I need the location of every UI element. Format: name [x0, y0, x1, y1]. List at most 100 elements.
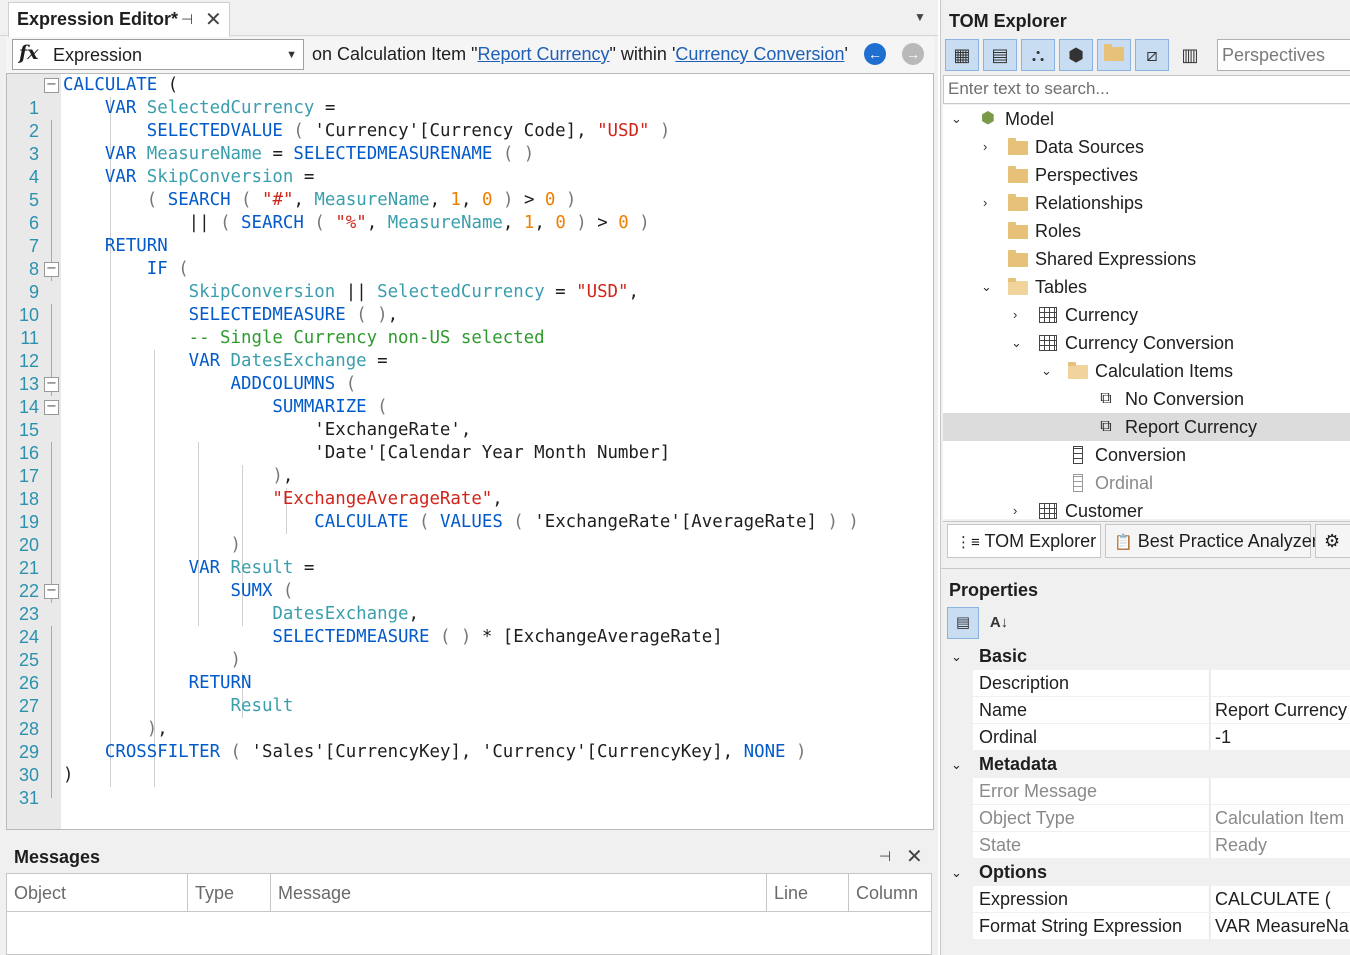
show-partitions-icon[interactable]: ⬢ — [1059, 39, 1093, 71]
close-icon[interactable]: ✕ — [906, 844, 923, 869]
tree-item-conversion[interactable]: Conversion — [943, 441, 1350, 469]
tree-item-no-conversion[interactable]: ⧉ No Conversion — [943, 385, 1350, 413]
code-line[interactable]: 18 ), — [7, 465, 933, 511]
tom-search-input[interactable]: Enter text to search... — [943, 75, 1350, 104]
code-line[interactable]: 6 ( SEARCH ( "#", MeasureName, 1, 0 ) > … — [7, 189, 933, 235]
chevron-down-icon[interactable]: ⌄ — [951, 859, 962, 886]
tree-item-shared-expressions[interactable]: Shared Expressions — [943, 245, 1350, 273]
category-basic[interactable]: ⌄ Basic — [945, 643, 1350, 670]
tab-overflow[interactable]: ⚙ — [1315, 524, 1350, 558]
code-line[interactable]: 5 VAR SkipConversion = — [7, 166, 933, 212]
property-row[interactable]: Format String Expression VAR MeasureNan — [973, 913, 1350, 940]
fold-toggle-icon[interactable]: − — [44, 400, 59, 415]
tree-item-data-sources[interactable]: › Data Sources — [943, 133, 1350, 161]
code-line[interactable]: 20 CALCULATE ( VALUES ( 'ExchangeRate'[A… — [7, 511, 933, 557]
messages-column-object[interactable]: Object — [7, 874, 188, 912]
chevron-right-icon[interactable]: › — [1013, 497, 1027, 519]
code-line[interactable]: 10 SkipConversion || SelectedCurrency = … — [7, 281, 933, 327]
code-line[interactable]: 27 RETURN — [7, 672, 933, 718]
code-line[interactable]: 23 − SUMX ( — [7, 580, 933, 624]
code-line[interactable]: 26 ) — [7, 649, 933, 695]
categorized-view-icon[interactable]: ▤ — [947, 607, 979, 639]
chevron-down-icon[interactable]: ⌄ — [1011, 329, 1025, 357]
tab-list-dropdown-icon[interactable]: ▼ — [914, 10, 926, 24]
chevron-down-icon[interactable]: ⌄ — [951, 643, 962, 670]
display-folders-icon[interactable] — [1097, 39, 1131, 71]
fold-toggle-icon[interactable]: − — [44, 377, 59, 392]
code-line[interactable]: 13 VAR DatesExchange = — [7, 350, 933, 396]
code-line[interactable]: 24 DatesExchange, — [7, 603, 933, 649]
columns-view-icon[interactable]: ▥ — [1173, 39, 1207, 71]
code-line[interactable]: 19 "ExchangeAverageRate", — [7, 488, 933, 534]
messages-grid[interactable]: Object Type Message Line Column — [6, 873, 932, 955]
tree-item-calculation-items[interactable]: ⌄ Calculation Items — [943, 357, 1350, 385]
tree-item-perspectives[interactable]: Perspectives — [943, 161, 1350, 189]
show-measures-icon[interactable]: ▦ — [945, 39, 979, 71]
show-hierarchies-icon[interactable]: ⛬ — [1021, 39, 1055, 71]
code-line[interactable]: 21 ) — [7, 534, 933, 580]
property-row[interactable]: Name Report Currency — [973, 697, 1350, 724]
show-hidden-icon[interactable]: ⧄ — [1135, 39, 1169, 71]
tree-item-currency[interactable]: › Currency — [943, 301, 1350, 329]
code-line[interactable]: 12 -- Single Currency non-US selected — [7, 327, 933, 373]
tree-item-relationships[interactable]: › Relationships — [943, 189, 1350, 217]
property-row[interactable]: Ordinal -1 — [973, 724, 1350, 751]
tree-item-currency-conversion[interactable]: ⌄ Currency Conversion — [943, 329, 1350, 357]
code-line[interactable]: 8 RETURN — [7, 235, 933, 281]
tree-item-report-currency[interactable]: ⧉ Report Currency — [943, 413, 1350, 441]
chevron-down-icon[interactable]: ⌄ — [951, 751, 962, 778]
messages-column-type[interactable]: Type — [188, 874, 271, 912]
tab-best-practice-analyzer[interactable]: 📋 Best Practice Analyzer — [1105, 524, 1318, 558]
dax-code-editor[interactable]: 1 − CALCULATE ( 2 VAR SelectedCurrency =… — [6, 73, 934, 830]
chevron-down-icon[interactable]: ⌄ — [1041, 357, 1055, 385]
code-line[interactable]: 14 − ADDCOLUMNS ( — [7, 373, 933, 417]
code-line[interactable]: 30 CROSSFILTER ( 'Sales'[CurrencyKey], '… — [7, 741, 933, 787]
navigate-forward-icon[interactable]: → — [902, 43, 924, 65]
sort-alphabetical-icon[interactable]: A↓ — [983, 607, 1015, 639]
tom-tree[interactable]: ⌄ ⬢ Model › Data Sources Perspectives › … — [943, 105, 1350, 519]
pin-icon[interactable]: ⊣ — [181, 11, 193, 28]
chevron-right-icon[interactable]: › — [983, 133, 997, 161]
expression-editor-tab[interactable]: Expression Editor* ⊣ ✕ — [8, 2, 230, 37]
tree-item-model[interactable]: ⌄ ⬢ Model — [943, 105, 1350, 133]
calculation-group-link[interactable]: Currency Conversion — [675, 44, 844, 64]
chevron-down-icon[interactable]: ⌄ — [981, 273, 995, 301]
chevron-right-icon[interactable]: › — [1013, 301, 1027, 329]
perspectives-dropdown[interactable]: Perspectives — [1217, 39, 1350, 71]
code-line[interactable]: 25 SELECTEDMEASURE ( ) * [ExchangeAverag… — [7, 626, 933, 672]
tab-tom-explorer[interactable]: ⋮≡ TOM Explorer — [947, 524, 1101, 558]
fold-toggle-icon[interactable]: − — [44, 262, 59, 277]
close-icon[interactable]: ✕ — [205, 7, 222, 32]
code-line[interactable]: 29 ), — [7, 718, 933, 764]
property-selector-dropdown[interactable]: fx Expression ▼ — [12, 39, 304, 70]
code-line[interactable]: 4 VAR MeasureName = SELECTEDMEASURENAME … — [7, 143, 933, 189]
show-columns-icon[interactable]: ▤ — [983, 39, 1017, 71]
messages-column-message[interactable]: Message — [271, 874, 767, 912]
tree-item-customer[interactable]: › Customer — [943, 497, 1350, 519]
property-grid[interactable]: ⌄ Basic Description Name Report Currency… — [945, 643, 1350, 955]
category-metadata[interactable]: ⌄ Metadata — [945, 751, 1350, 778]
code-line[interactable]: 28 Result — [7, 695, 933, 741]
code-line[interactable]: 1 − CALCULATE ( — [7, 74, 933, 118]
messages-column-column[interactable]: Column — [849, 874, 931, 912]
calculation-item-link[interactable]: Report Currency — [477, 44, 609, 64]
tree-item-roles[interactable]: Roles — [943, 217, 1350, 245]
category-options[interactable]: ⌄ Options — [945, 859, 1350, 886]
pin-icon[interactable]: ⊣ — [879, 848, 891, 865]
code-line[interactable]: 17 'Date'[Calendar Year Month Number] — [7, 442, 933, 488]
code-line[interactable]: 15 − SUMMARIZE ( — [7, 396, 933, 440]
code-line[interactable]: 9 − IF ( — [7, 258, 933, 302]
property-row[interactable]: Description — [973, 670, 1350, 697]
navigate-back-icon[interactable]: ← — [864, 43, 886, 65]
code-line[interactable]: 22 VAR Result = — [7, 557, 933, 603]
code-line[interactable]: 16 'ExchangeRate', — [7, 419, 933, 465]
chevron-right-icon[interactable]: › — [983, 189, 997, 217]
tree-item-ordinal[interactable]: Ordinal — [943, 469, 1350, 497]
fold-toggle-icon[interactable]: − — [44, 584, 59, 599]
property-row[interactable]: State Ready — [973, 832, 1350, 859]
code-line[interactable]: 31 ) — [7, 764, 933, 808]
property-row[interactable]: Object Type Calculation Item — [973, 805, 1350, 832]
chevron-down-icon[interactable]: ⌄ — [951, 105, 965, 133]
property-row[interactable]: Expression CALCULATE ( VA — [973, 886, 1350, 913]
fold-toggle-icon[interactable]: − — [44, 78, 59, 93]
